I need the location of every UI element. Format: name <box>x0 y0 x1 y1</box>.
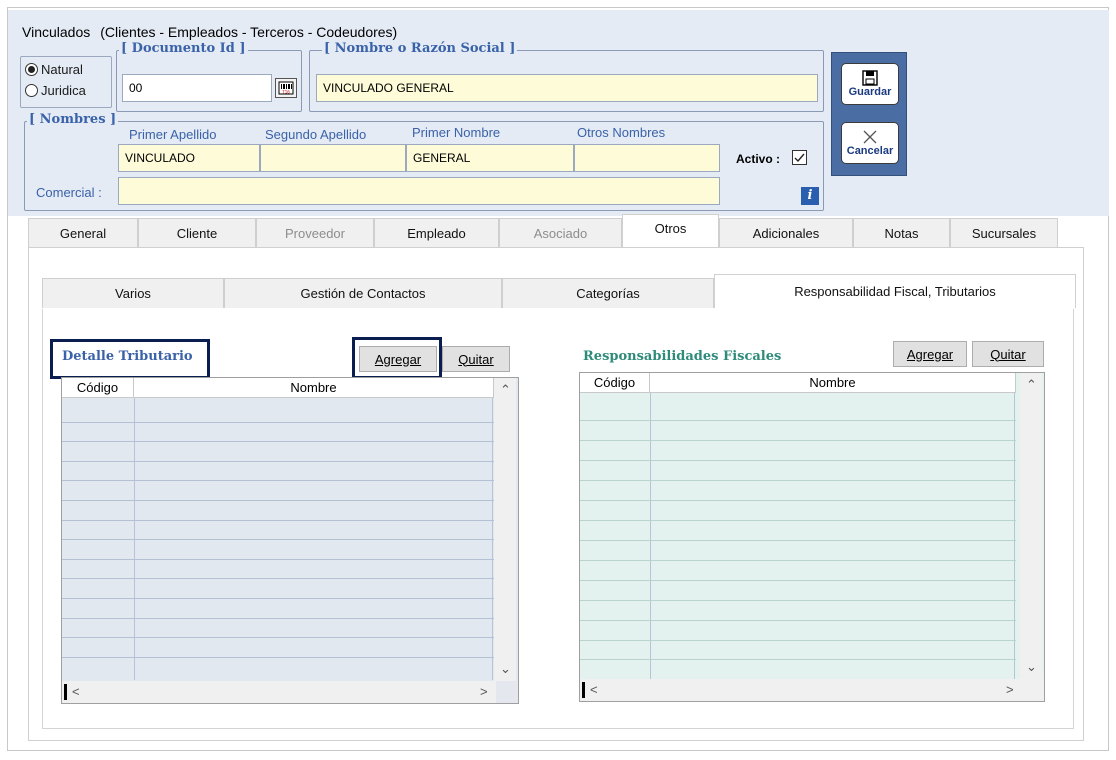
responsabilidades-agregar-button[interactable]: Agregar <box>893 341 967 367</box>
barcode-icon[interactable]: 716 <box>275 78 297 98</box>
tab-adicionales[interactable]: Adicionales <box>719 218 853 248</box>
otros-nombres-label: Otros Nombres <box>577 125 666 140</box>
radio-juridica-dot[interactable] <box>25 84 38 97</box>
window-title: Vinculados (Clientes - Empleados - Tercer… <box>22 24 407 40</box>
responsabilidades-quitar-button[interactable]: Quitar <box>972 341 1044 367</box>
responsabilidades-scrollbar-vertical[interactable]: ⌃ ⌄ <box>1020 373 1042 679</box>
radio-natural[interactable]: Natural <box>25 62 83 77</box>
tab-cliente[interactable]: Cliente <box>138 218 256 248</box>
guardar-button[interactable]: Guardar <box>841 63 899 105</box>
radio-juridica-label: Juridica <box>41 83 86 98</box>
activo-checkbox[interactable] <box>792 150 807 165</box>
subtab-categorias[interactable]: Categorías <box>502 278 714 308</box>
responsabilidades-grid[interactable]: Código Nombre ⌃ ⌄ < > <box>579 372 1045 702</box>
responsabilidades-scrollbar-horizontal[interactable]: < > <box>580 679 1044 701</box>
responsabilidades-grid-header: Código Nombre <box>580 373 1016 393</box>
floppy-disk-icon <box>862 70 878 86</box>
guardar-label: Guardar <box>848 86 892 98</box>
radio-natural-label: Natural <box>41 62 83 77</box>
detalle-col-codigo[interactable]: Código <box>62 378 134 397</box>
info-icon[interactable]: i <box>801 187 819 205</box>
scroll-down-icon[interactable]: ⌄ <box>1026 660 1037 674</box>
cancel-x-icon <box>863 130 877 144</box>
primer-apellido-input[interactable]: VINCULADO <box>118 144 260 172</box>
scroll-up-icon[interactable]: ⌃ <box>1026 378 1037 392</box>
documento-input[interactable]: 00 <box>122 74 272 102</box>
responsabilidades-quitar-label: Quitar <box>990 346 1026 362</box>
subtab-responsabilidad-fiscal[interactable]: Responsabilidad Fiscal, Tributarios <box>714 274 1076 308</box>
detalle-scrollbar-horizontal[interactable]: < > <box>62 681 518 703</box>
tab-sucursales[interactable]: Sucursales <box>950 218 1058 248</box>
detalle-scrollbar-vertical[interactable]: ⌃ ⌄ <box>494 378 516 681</box>
razon-social-input[interactable]: VINCULADO GENERAL <box>316 74 818 102</box>
detalle-grid-header: Código Nombre <box>62 378 494 398</box>
otros-nombres-input[interactable] <box>574 144 720 172</box>
agregar-highlight <box>352 337 442 379</box>
radio-juridica[interactable]: Juridica <box>25 83 86 98</box>
nombres-legend: [ Nombres ] <box>27 112 119 127</box>
primer-apellido-label: Primer Apellido <box>129 127 217 142</box>
scroll-down-icon[interactable]: ⌄ <box>500 662 511 676</box>
cancelar-button[interactable]: Cancelar <box>841 122 899 164</box>
segundo-apellido-label: Segundo Apellido <box>265 127 367 142</box>
action-panel: Guardar Cancelar <box>831 52 907 176</box>
comercial-input[interactable] <box>118 177 720 205</box>
comercial-label: Comercial : <box>36 185 102 200</box>
detalle-quitar-label: Quitar <box>458 351 494 367</box>
scroll-left-icon[interactable]: < <box>590 683 598 697</box>
activo-label: Activo : <box>736 152 781 166</box>
documento-legend: [ Documento Id ] <box>119 41 248 56</box>
subtab-varios[interactable]: Varios <box>42 278 224 308</box>
scroll-left-icon[interactable]: < <box>72 685 80 699</box>
primer-nombre-label: Primer Nombre <box>412 125 501 140</box>
sub-tabs: Varios Gestión de Contactos Categorías R… <box>42 274 1076 308</box>
window-subtitle: (Clientes - Empleados - Terceros - Codeu… <box>100 24 398 40</box>
tab-general[interactable]: General <box>28 218 138 248</box>
responsabilidades-col-codigo[interactable]: Código <box>580 373 650 392</box>
detalle-col-nombre[interactable]: Nombre <box>134 378 494 397</box>
responsabilidades-col-nombre[interactable]: Nombre <box>650 373 1016 392</box>
tab-proveedor[interactable]: Proveedor <box>256 218 374 248</box>
svg-text:716: 716 <box>282 90 290 95</box>
detalle-quitar-button[interactable]: Quitar <box>442 346 510 372</box>
main-tabs: General Cliente Proveedor Empleado Asoci… <box>28 214 1058 248</box>
scroll-up-icon[interactable]: ⌃ <box>500 383 511 397</box>
subtab-gestion-contactos[interactable]: Gestión de Contactos <box>224 278 502 308</box>
tab-asociado[interactable]: Asociado <box>499 218 622 248</box>
detalle-tributario-highlight <box>50 339 210 379</box>
detalle-tributario-grid[interactable]: Código Nombre ⌃ ⌄ < > <box>61 377 519 704</box>
segundo-apellido-input[interactable] <box>260 144 406 172</box>
scroll-right-icon[interactable]: > <box>480 685 488 699</box>
razon-social-legend: [ Nombre o Razón Social ] <box>322 41 518 56</box>
cancelar-label: Cancelar <box>846 145 894 157</box>
primer-nombre-input[interactable]: GENERAL <box>406 144 574 172</box>
check-icon <box>794 153 805 163</box>
scroll-right-icon[interactable]: > <box>1006 683 1014 697</box>
responsabilidades-agregar-label: Agregar <box>906 346 954 362</box>
tab-otros[interactable]: Otros <box>622 214 719 247</box>
responsabilidades-title: Responsabilidades Fiscales <box>583 349 782 364</box>
tab-empleado[interactable]: Empleado <box>374 218 499 248</box>
tab-notas[interactable]: Notas <box>853 218 950 248</box>
radio-natural-dot[interactable] <box>25 63 38 76</box>
window-title-text: Vinculados <box>22 24 91 40</box>
